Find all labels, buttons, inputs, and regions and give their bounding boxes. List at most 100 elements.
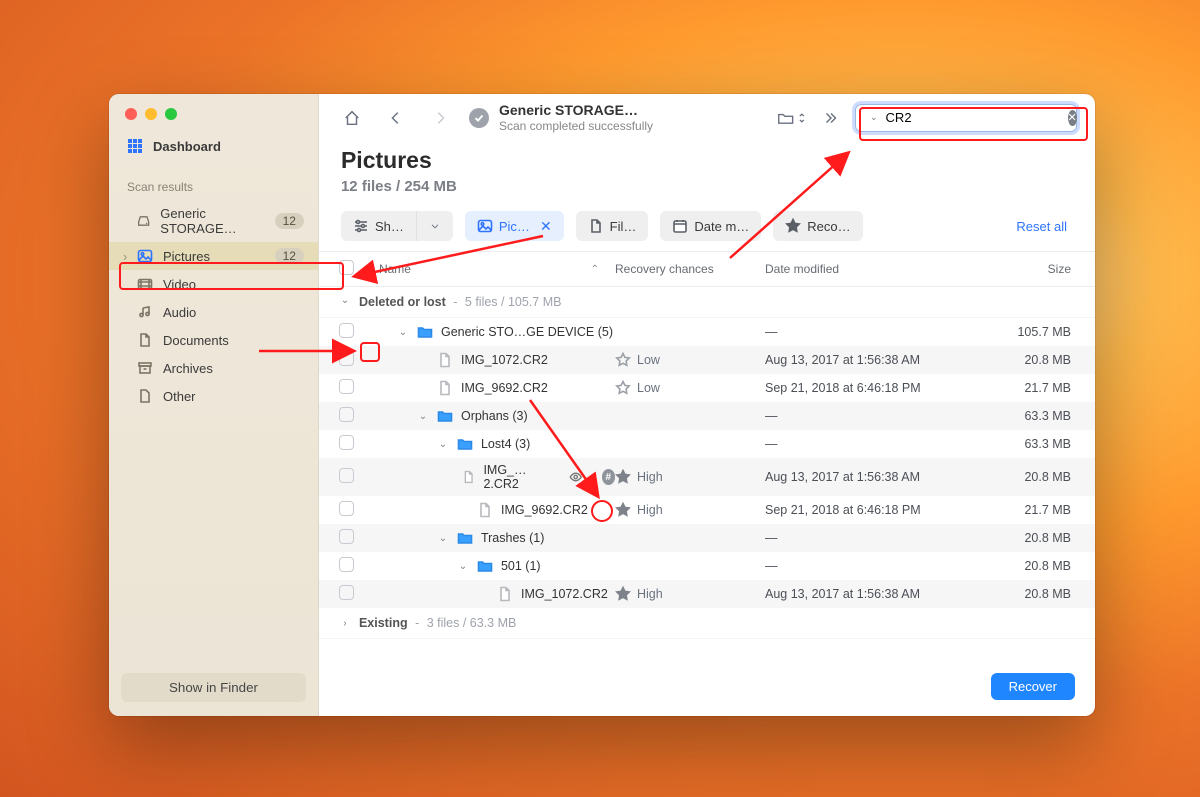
- more-button[interactable]: [821, 104, 841, 132]
- row-checkbox[interactable]: [339, 351, 354, 366]
- sidebar-item-video[interactable]: Video: [109, 270, 318, 298]
- hash-icon[interactable]: #: [602, 469, 615, 485]
- filter-type-pictures[interactable]: Pic… ✕: [465, 211, 564, 241]
- filter-show-dropdown[interactable]: [417, 211, 453, 241]
- home-button[interactable]: [337, 104, 367, 132]
- sidebar-item-dashboard[interactable]: Dashboard: [109, 130, 318, 162]
- disclosure-icon[interactable]: [337, 294, 353, 310]
- row-recovery: High: [637, 470, 663, 484]
- star-icon: [615, 586, 631, 602]
- sort-ascending-icon[interactable]: ⌃: [591, 264, 599, 275]
- column-name[interactable]: Name: [379, 262, 411, 276]
- sidebar-item-archives[interactable]: Archives: [109, 354, 318, 382]
- search-scope-chevron-icon[interactable]: ⌄: [870, 112, 878, 123]
- close-icon[interactable]: ✕: [540, 218, 552, 235]
- row-checkbox[interactable]: [339, 501, 354, 516]
- sidebar-item-storage[interactable]: Generic STORAGE… 12: [109, 200, 318, 242]
- table-row[interactable]: ⌄Trashes (1)—20.8 MB: [319, 524, 1095, 552]
- sidebar-item-pictures[interactable]: Pictures 12: [109, 242, 318, 270]
- file-icon: [477, 502, 493, 518]
- chevron-right-icon: [431, 109, 449, 127]
- star-icon: [615, 380, 631, 396]
- table-row[interactable]: IMG_…2.CR2 #HighAug 13, 2017 at 1:56:38 …: [319, 458, 1095, 496]
- row-date: —: [765, 325, 965, 339]
- folder-icon: [457, 530, 473, 546]
- row-date: Aug 13, 2017 at 1:56:38 AM: [765, 353, 965, 367]
- document-icon: [137, 332, 153, 348]
- page-header: Pictures 12 files / 254 MB: [319, 139, 1095, 207]
- dashboard-label: Dashboard: [153, 139, 221, 154]
- group-existing[interactable]: Existing - 3 files / 63.3 MB: [319, 608, 1095, 639]
- group-label: Deleted or lost: [359, 295, 446, 309]
- row-checkbox[interactable]: [339, 468, 354, 483]
- fullscreen-button[interactable]: [165, 108, 177, 120]
- search-field[interactable]: ⌄ ✕: [855, 104, 1077, 132]
- clear-search-button[interactable]: ✕: [1068, 110, 1077, 126]
- row-date: —: [765, 559, 965, 573]
- sidebar-item-documents[interactable]: Documents: [109, 326, 318, 354]
- back-button[interactable]: [381, 104, 411, 132]
- row-checkbox[interactable]: [339, 379, 354, 394]
- disclosure-icon[interactable]: [337, 615, 353, 631]
- group-deleted-or-lost[interactable]: Deleted or lost - 5 files / 105.7 MB: [319, 287, 1095, 318]
- row-checkbox[interactable]: [339, 323, 354, 338]
- sidebar-item-audio[interactable]: Audio: [109, 298, 318, 326]
- table-row[interactable]: ⌄501 (1)—20.8 MB: [319, 552, 1095, 580]
- file-icon: [437, 352, 453, 368]
- chevron-left-icon: [387, 109, 405, 127]
- filter-show-label: Sh…: [375, 219, 404, 234]
- search-input[interactable]: [886, 110, 1062, 125]
- reset-all-button[interactable]: Reset all: [1010, 213, 1073, 240]
- disclosure-icon[interactable]: ⌄: [417, 411, 429, 422]
- title-block: Generic STORAGE… Scan completed successf…: [499, 102, 653, 133]
- table-row[interactable]: IMG_9692.CR2LowSep 21, 2018 at 6:46:18 P…: [319, 374, 1095, 402]
- filter-recovery-chances[interactable]: Reco…: [773, 211, 862, 241]
- recover-button[interactable]: Recover: [991, 673, 1075, 700]
- table-row[interactable]: IMG_1072.CR2HighAug 13, 2017 at 1:56:38 …: [319, 580, 1095, 608]
- sidebar: Dashboard Scan results Generic STORAGE… …: [109, 94, 319, 716]
- close-button[interactable]: [125, 108, 137, 120]
- filter-filesize[interactable]: Fil…: [576, 211, 649, 241]
- table-row[interactable]: ⌄Lost4 (3)—63.3 MB: [319, 430, 1095, 458]
- row-checkbox[interactable]: [339, 585, 354, 600]
- disclosure-icon[interactable]: ⌄: [457, 561, 469, 572]
- disclosure-icon[interactable]: ⌄: [397, 327, 409, 338]
- row-recovery: Low: [637, 353, 660, 367]
- window-controls: [109, 94, 318, 130]
- row-checkbox[interactable]: [339, 529, 354, 544]
- device-title: Generic STORAGE…: [499, 102, 653, 119]
- disclosure-icon[interactable]: ⌄: [437, 439, 449, 450]
- table-row[interactable]: ⌄Generic STO…GE DEVICE (5)—105.7 MB: [319, 318, 1095, 346]
- file-icon: [437, 380, 453, 396]
- filter-date-modified[interactable]: Date m…: [660, 211, 761, 241]
- column-recovery[interactable]: Recovery chances: [615, 262, 765, 276]
- check-icon: [473, 112, 485, 124]
- audio-icon: [137, 304, 153, 320]
- eye-icon[interactable]: [569, 469, 582, 485]
- star-icon: [615, 352, 631, 368]
- sidebar-item-other[interactable]: Other: [109, 382, 318, 410]
- group-meta: -: [450, 295, 461, 309]
- disclosure-icon[interactable]: ⌄: [437, 533, 449, 544]
- folder-dropdown-button[interactable]: [777, 104, 807, 132]
- table-row[interactable]: ⌄Orphans (3)—63.3 MB: [319, 402, 1095, 430]
- row-checkbox[interactable]: [339, 435, 354, 450]
- forward-button[interactable]: [425, 104, 455, 132]
- show-in-finder-button[interactable]: Show in Finder: [121, 673, 306, 702]
- row-name: Lost4 (3): [481, 437, 530, 451]
- table-row[interactable]: IMG_9692.CR2HighSep 21, 2018 at 6:46:18 …: [319, 496, 1095, 524]
- minimize-button[interactable]: [145, 108, 157, 120]
- row-name: 501 (1): [501, 559, 541, 573]
- row-checkbox[interactable]: [339, 557, 354, 572]
- row-checkbox[interactable]: [339, 407, 354, 422]
- folder-icon: [777, 109, 794, 127]
- column-size[interactable]: Size: [965, 262, 1075, 276]
- row-date: —: [765, 409, 965, 423]
- row-date: Sep 21, 2018 at 6:46:18 PM: [765, 503, 965, 517]
- filter-show[interactable]: Sh…: [341, 211, 453, 241]
- home-icon: [343, 109, 361, 127]
- table-row[interactable]: IMG_1072.CR2LowAug 13, 2017 at 1:56:38 A…: [319, 346, 1095, 374]
- column-date[interactable]: Date modified: [765, 262, 965, 276]
- scan-status-indicator: [469, 108, 489, 128]
- select-all-checkbox[interactable]: [339, 260, 354, 275]
